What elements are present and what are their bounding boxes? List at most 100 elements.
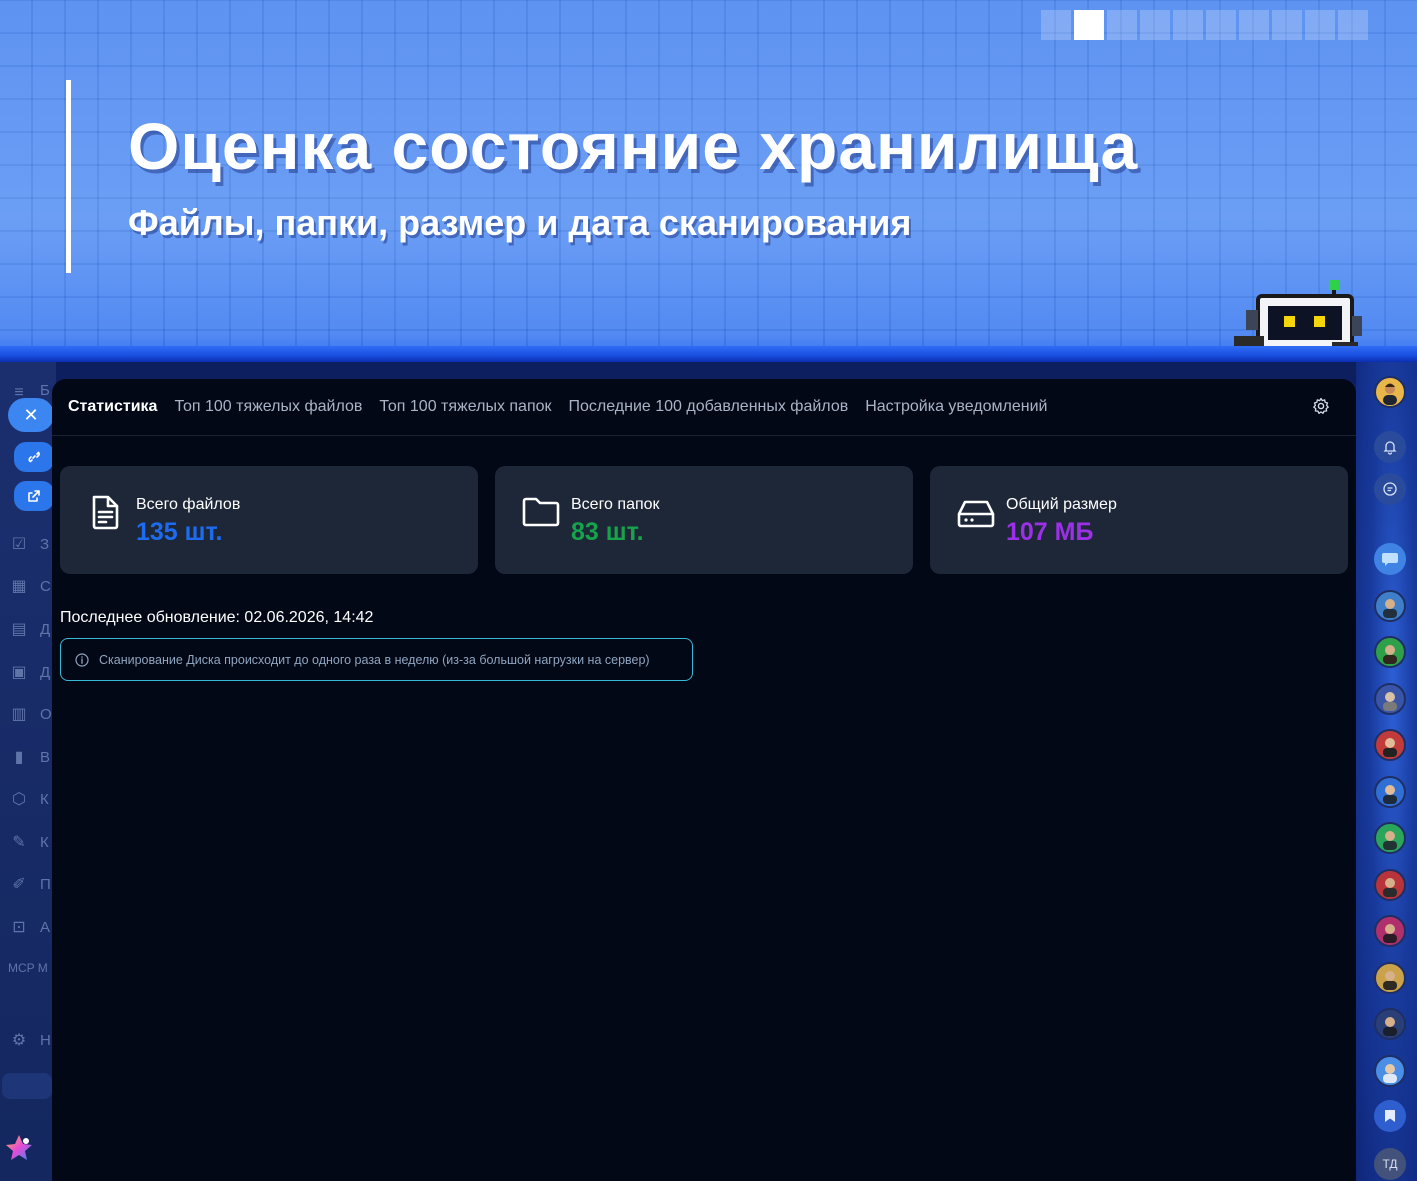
stat-value-size: 107 МБ bbox=[1006, 518, 1094, 546]
chat-icon bbox=[1383, 482, 1397, 496]
info-notice-text: Сканирование Диска происходит до одного … bbox=[99, 652, 650, 667]
support-chat-button[interactable] bbox=[1374, 473, 1406, 505]
presentation-icon[interactable]: ▣ bbox=[8, 662, 30, 684]
progress-square-active bbox=[1074, 10, 1104, 40]
stat-label: Общий размер bbox=[1006, 496, 1117, 513]
portrait-icon bbox=[1383, 383, 1397, 405]
gear-icon[interactable] bbox=[1312, 397, 1330, 415]
portrait-icon bbox=[1383, 738, 1397, 757]
tab-top-heavy-folders[interactable]: Топ 100 тяжелых папок bbox=[379, 398, 551, 416]
sidebar-item-label: Н bbox=[40, 1032, 51, 1049]
banner-bottom-edge bbox=[0, 346, 1417, 362]
info-icon bbox=[75, 652, 89, 667]
gear-icon[interactable]: ⚙ bbox=[8, 1030, 30, 1052]
progress-square bbox=[1206, 10, 1236, 40]
contact-avatar[interactable] bbox=[1374, 869, 1406, 901]
messages-button[interactable] bbox=[1374, 543, 1406, 575]
document-icon[interactable]: ▤ bbox=[8, 619, 30, 641]
sidebar-item-label: П bbox=[40, 876, 51, 893]
contact-avatar[interactable] bbox=[1374, 962, 1406, 994]
contact-avatar[interactable] bbox=[1374, 822, 1406, 854]
stat-value-files: 135 шт. bbox=[136, 518, 223, 546]
storage-stats-panel: Статистика Топ 100 тяжелых файлов Топ 10… bbox=[52, 379, 1356, 1181]
hard-drive-icon bbox=[957, 500, 995, 528]
progress-square bbox=[1107, 10, 1137, 40]
robot-icon[interactable]: ⊡ bbox=[8, 917, 30, 939]
portrait-icon bbox=[1383, 924, 1397, 943]
progress-square bbox=[1239, 10, 1269, 40]
sidebar-item-label: Д bbox=[40, 621, 51, 638]
folder-icon bbox=[522, 497, 560, 527]
contact-avatar[interactable] bbox=[1374, 636, 1406, 668]
slide-progress-indicator bbox=[1041, 10, 1368, 40]
ai-assistant-star-icon[interactable] bbox=[4, 1133, 34, 1163]
edit-document-icon[interactable]: ✎ bbox=[8, 832, 30, 854]
stat-card-size: Общий размер 107 МБ bbox=[930, 466, 1348, 574]
bar-chart-icon[interactable]: ▮ bbox=[8, 747, 30, 769]
portrait-icon bbox=[1383, 692, 1397, 711]
banner-accent-bar bbox=[66, 80, 71, 273]
calendar-icon[interactable]: ▥ bbox=[8, 704, 30, 726]
user-initials-avatar[interactable]: ТД bbox=[1374, 1148, 1406, 1180]
progress-square bbox=[1338, 10, 1368, 40]
tab-bar: Статистика Топ 100 тяжелых файлов Топ 10… bbox=[52, 379, 1356, 436]
file-icon bbox=[92, 495, 119, 530]
stat-card-folders: Всего папок 83 шт. bbox=[495, 466, 913, 574]
tab-recent-files[interactable]: Последние 100 добавленных файлов bbox=[569, 398, 849, 416]
sidebar-item-label: С bbox=[40, 578, 51, 595]
contact-avatar[interactable] bbox=[1374, 1008, 1406, 1040]
close-button[interactable]: ✕ bbox=[8, 398, 54, 432]
sidebar-collapsed-item[interactable] bbox=[2, 1073, 52, 1099]
stat-card-files: Всего файлов 135 шт. bbox=[60, 466, 478, 574]
portrait-icon bbox=[1383, 645, 1397, 664]
sidebar-item-label: В bbox=[40, 749, 51, 766]
contact-avatar[interactable] bbox=[1374, 729, 1406, 761]
contact-avatar[interactable] bbox=[1374, 915, 1406, 947]
sidebar-item-label: MCP М bbox=[8, 961, 48, 975]
bell-icon bbox=[1383, 441, 1397, 455]
message-icon bbox=[1382, 553, 1398, 566]
promo-banner: Оценка состояние хранилища Файлы, папки,… bbox=[0, 0, 1417, 362]
user-avatar[interactable] bbox=[1374, 376, 1406, 408]
stat-value-folders: 83 шт. bbox=[571, 518, 644, 546]
hexagon-icon[interactable]: ⬡ bbox=[8, 789, 30, 811]
pen-icon[interactable]: ✐ bbox=[8, 874, 30, 896]
building-icon[interactable]: ▦ bbox=[8, 576, 30, 598]
sidebar-item-label: Д bbox=[40, 664, 51, 681]
stat-label: Всего файлов bbox=[136, 496, 241, 513]
sidebar-item-label: З bbox=[40, 536, 50, 553]
progress-square bbox=[1173, 10, 1203, 40]
banner-title: Оценка состояние хранилища bbox=[128, 109, 1139, 183]
checkbox-icon[interactable]: ☑ bbox=[8, 534, 30, 556]
sidebar-item-label: А bbox=[40, 919, 51, 936]
sidebar-item-label: О bbox=[40, 706, 52, 723]
portrait-icon bbox=[1383, 878, 1397, 897]
tab-top-heavy-files[interactable]: Топ 100 тяжелых файлов bbox=[174, 398, 362, 416]
progress-square bbox=[1140, 10, 1170, 40]
open-external-button[interactable] bbox=[14, 481, 54, 511]
external-link-icon bbox=[28, 490, 40, 502]
contact-avatar[interactable] bbox=[1374, 776, 1406, 808]
sidebar-item-label: К bbox=[40, 791, 49, 808]
sidebar-item-label: К bbox=[40, 834, 49, 851]
banner-subtitle: Файлы, папки, размер и дата сканирования bbox=[128, 202, 912, 243]
link-button[interactable] bbox=[14, 442, 54, 472]
progress-square bbox=[1305, 10, 1335, 40]
tab-notification-settings[interactable]: Настройка уведомлений bbox=[865, 398, 1047, 416]
portrait-icon bbox=[1383, 831, 1397, 850]
portrait-icon bbox=[1383, 1017, 1397, 1036]
contact-avatar[interactable] bbox=[1374, 683, 1406, 715]
notifications-button[interactable] bbox=[1374, 431, 1406, 463]
bookmarks-button[interactable] bbox=[1374, 1100, 1406, 1132]
bookmark-icon bbox=[1385, 1110, 1395, 1122]
progress-square bbox=[1272, 10, 1302, 40]
portrait-icon bbox=[1383, 971, 1397, 990]
portrait-icon bbox=[1383, 1064, 1397, 1083]
contact-avatar[interactable] bbox=[1374, 1055, 1406, 1087]
progress-square bbox=[1041, 10, 1071, 40]
info-notice: Сканирование Диска происходит до одного … bbox=[60, 638, 693, 681]
link-icon bbox=[28, 451, 40, 463]
contact-avatar[interactable] bbox=[1374, 590, 1406, 622]
tab-statistics[interactable]: Статистика bbox=[68, 398, 157, 416]
sidebar-item-label: Б bbox=[40, 382, 50, 399]
